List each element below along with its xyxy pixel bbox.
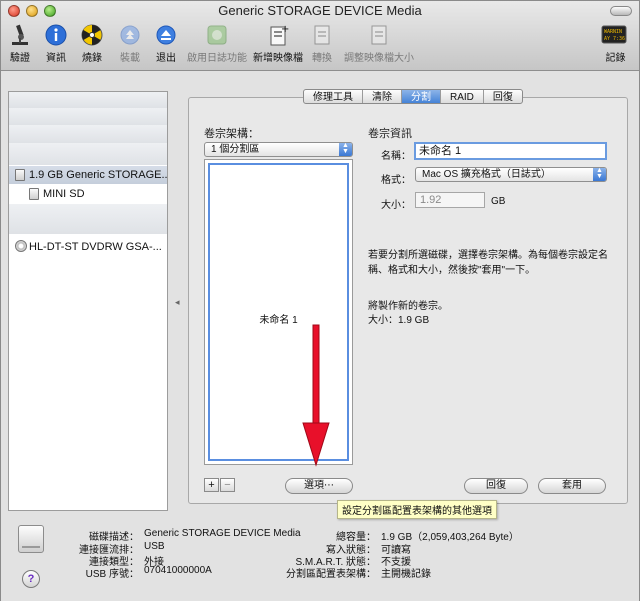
toolbar-label: 新增映像檔 bbox=[253, 53, 303, 64]
toolbar-resize-image-button[interactable]: 調整映像檔大小 bbox=[344, 23, 414, 64]
svg-text:+: + bbox=[281, 24, 289, 35]
convert-icon bbox=[314, 25, 330, 45]
microscope-icon bbox=[12, 24, 28, 45]
toolbar-verify-button[interactable]: 驗證 bbox=[9, 23, 31, 64]
window-title: Generic STORAGE DEVICE Media bbox=[218, 3, 422, 18]
sidebar-item-generic-storage[interactable]: 1.9 GB Generic STORAGE... bbox=[9, 166, 167, 184]
device-sidebar[interactable]: 1.9 GB Generic STORAGE... MINI SD HL-DT-… bbox=[8, 91, 168, 511]
disk-drive-icon bbox=[18, 525, 44, 553]
mount-icon bbox=[120, 25, 140, 45]
toolbar-info-button[interactable]: 資訊 bbox=[45, 23, 67, 64]
annotation-arrow bbox=[302, 324, 330, 467]
tab-raid[interactable]: RAID bbox=[441, 90, 484, 103]
svg-text:WARNIN: WARNIN bbox=[604, 29, 622, 35]
toolbar-label: 調整映像檔大小 bbox=[344, 53, 414, 64]
popup-arrows-icon: ▲ ▼ bbox=[593, 167, 606, 181]
toolbar-label: 驗證 bbox=[10, 53, 30, 64]
sidebar-stripe bbox=[9, 125, 167, 143]
toolbar-eject-button[interactable]: 退出 bbox=[155, 23, 177, 64]
toolbar-new-image-button[interactable]: + 新增映像檔 bbox=[253, 23, 303, 64]
remove-partition-button[interactable]: − bbox=[220, 478, 235, 492]
info-label: 分割區配置表架構： bbox=[286, 569, 376, 580]
toolbar-label: 燒錄 bbox=[82, 53, 102, 64]
format-value: Mac OS 擴充格式（日誌式） bbox=[422, 169, 551, 180]
toolbar-mount-button[interactable]: 裝載 bbox=[119, 23, 141, 64]
log-icon: WARNIN AY 7:36 bbox=[601, 25, 627, 44]
tab-bar: 修理工具 清除 分割 RAID 回復 bbox=[303, 89, 523, 104]
svg-text:AY 7:36: AY 7:36 bbox=[604, 36, 625, 42]
sidebar-stripe bbox=[9, 108, 167, 125]
resize-image-icon bbox=[371, 25, 387, 45]
toolbar-toggle-button[interactable] bbox=[610, 6, 632, 16]
toolbar-burn-button[interactable]: 燒錄 bbox=[81, 23, 103, 64]
burn-icon bbox=[81, 24, 103, 46]
drive-icon bbox=[15, 169, 25, 181]
size-field[interactable]: 1.92 bbox=[415, 192, 485, 208]
options-tooltip: 設定分割區配置表架構的其他選項 bbox=[337, 500, 497, 519]
info-icon bbox=[45, 24, 67, 46]
sidebar-item-mini-sd[interactable]: MINI SD bbox=[9, 185, 167, 203]
sidebar-item-label: 1.9 GB Generic STORAGE... bbox=[29, 169, 167, 181]
revert-button[interactable]: 回復 bbox=[464, 478, 528, 494]
popup-arrows-icon: ▲ ▼ bbox=[339, 142, 352, 156]
size-unit: GB bbox=[491, 196, 506, 207]
info-value: 主開機記錄 bbox=[381, 569, 431, 580]
toolbar-label: 轉換 bbox=[312, 53, 332, 64]
sidebar-item-label: MINI SD bbox=[43, 188, 85, 200]
toolbar-label: 記錄 bbox=[605, 53, 626, 64]
sidebar-stripe bbox=[9, 143, 167, 165]
tab-partition[interactable]: 分割 bbox=[402, 90, 441, 103]
toolbar-label: 退出 bbox=[156, 53, 176, 64]
toolbar-label: 啟用日誌功能 bbox=[187, 53, 247, 64]
sidebar-item-dvd-drive[interactable]: HL-DT-ST DVDRW GSA-... bbox=[9, 238, 167, 256]
help-button[interactable]: ? bbox=[22, 570, 40, 588]
toolbar-convert-button[interactable]: 轉換 bbox=[311, 23, 333, 64]
tab-erase[interactable]: 清除 bbox=[363, 90, 402, 103]
toolbar-label: 裝載 bbox=[120, 53, 140, 64]
info-label: USB 序號： bbox=[85, 569, 139, 580]
volume-icon bbox=[29, 188, 39, 200]
optical-disc-icon bbox=[15, 240, 27, 252]
disk-utility-window: Generic STORAGE DEVICE Media 驗證 資訊 燒錄 裝載… bbox=[0, 0, 640, 601]
split-view-handle[interactable]: ◂ bbox=[175, 297, 180, 308]
sidebar-stripe bbox=[9, 92, 167, 108]
tab-first-aid[interactable]: 修理工具 bbox=[304, 90, 363, 103]
toolbar-label: 資訊 bbox=[46, 53, 66, 64]
toolbar-journal-button[interactable]: 啟用日誌功能 bbox=[187, 23, 247, 64]
format-label: 格式： bbox=[381, 175, 411, 186]
volume-info-title: 卷宗資訊 bbox=[368, 128, 412, 140]
sidebar-item-label: HL-DT-ST DVDRW GSA-... bbox=[29, 241, 162, 253]
name-label: 名稱： bbox=[381, 151, 411, 162]
info-value: USB bbox=[144, 541, 165, 552]
toolbar-log-button[interactable]: WARNIN AY 7:36 記錄 bbox=[601, 23, 627, 64]
partition-instructions: 若要分割所選磁碟，選擇卷宗架構。為每個卷宗設定名稱、格式和大小，然後按"套用"一… bbox=[368, 250, 608, 276]
sidebar-stripe bbox=[9, 204, 167, 234]
volume-name-field[interactable]: 未命名 1 bbox=[414, 142, 607, 160]
journal-icon bbox=[207, 25, 227, 45]
new-image-icon: + bbox=[270, 24, 289, 46]
options-button[interactable]: 選項⋯ bbox=[285, 478, 353, 494]
eject-icon bbox=[156, 25, 176, 45]
summary-line-2: 大小：1.9 GB bbox=[368, 315, 430, 326]
volume-scheme-popup[interactable]: 1 個分割區 ▲ ▼ bbox=[204, 142, 353, 157]
volume-scheme-value: 1 個分割區 bbox=[211, 144, 260, 155]
summary-line-1: 將製作新的卷宗。 bbox=[368, 301, 448, 312]
format-popup[interactable]: Mac OS 擴充格式（日誌式） ▲ ▼ bbox=[415, 167, 607, 182]
info-value: 07041000000A bbox=[144, 565, 212, 576]
title-toolbar: Generic STORAGE DEVICE Media 驗證 資訊 燒錄 裝載… bbox=[1, 1, 639, 71]
apply-button[interactable]: 套用 bbox=[538, 478, 606, 494]
add-partition-button[interactable]: + bbox=[204, 478, 219, 492]
size-label: 大小： bbox=[381, 200, 411, 211]
volume-scheme-title: 卷宗架構： bbox=[204, 128, 259, 140]
tab-restore[interactable]: 回復 bbox=[484, 90, 522, 103]
